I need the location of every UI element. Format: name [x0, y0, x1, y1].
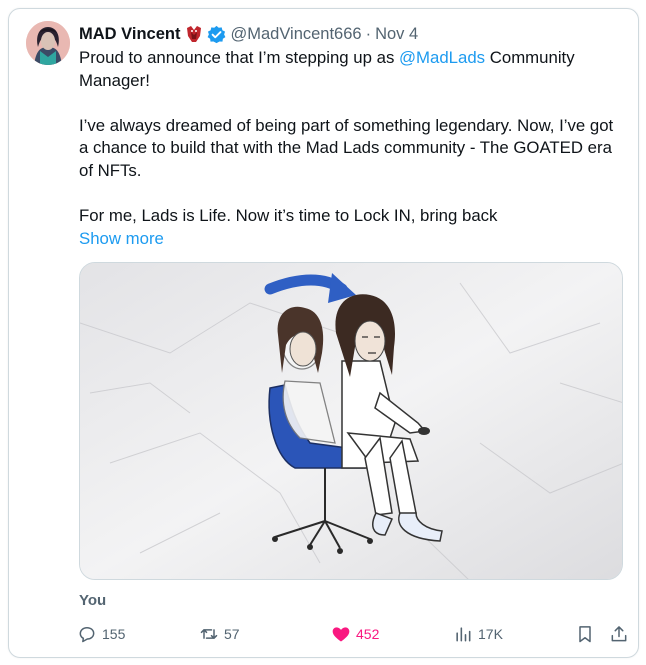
mention-link[interactable]: @MadLads	[399, 48, 485, 67]
tweet-header: MAD Vincent @MadVincent666 · Nov 4	[79, 23, 418, 45]
author-handle[interactable]: @MadVincent666	[230, 25, 361, 44]
tweet-image[interactable]	[79, 262, 623, 580]
verified-badge-icon	[207, 25, 226, 44]
like-button[interactable]: 452	[331, 622, 379, 646]
repost-icon	[200, 629, 218, 639]
tweet-text-prefix: Proud to announce that I’m stepping up a…	[79, 48, 399, 67]
author-name[interactable]: MAD Vincent	[79, 25, 180, 44]
share-button[interactable]	[609, 622, 634, 646]
show-more-link[interactable]: Show more	[79, 228, 619, 251]
tagged-user[interactable]: You	[79, 592, 106, 609]
action-bar: 155 57 452 17K	[77, 622, 627, 646]
views-count: 17K	[478, 626, 503, 642]
tweet-date[interactable]: Nov 4	[375, 25, 418, 44]
sketch-illustration	[80, 263, 622, 579]
red-character-emoji-icon	[184, 24, 204, 44]
avatar-image	[26, 21, 70, 65]
repost-count: 57	[224, 626, 240, 642]
tweet-text: Proud to announce that I’m stepping up a…	[79, 47, 619, 250]
tweet-paragraph-2: I’ve always dreamed of being part of som…	[79, 115, 614, 180]
repost-button[interactable]: 57	[199, 622, 240, 646]
bookmark-icon	[579, 626, 591, 643]
share-icon	[611, 626, 627, 642]
like-count: 452	[356, 626, 380, 642]
separator-dot: ·	[365, 24, 372, 43]
tweet-card[interactable]: MAD Vincent @MadVincent666 · Nov 4 Proud…	[8, 8, 639, 658]
reply-count: 155	[102, 626, 126, 642]
tweet-paragraph-1: Proud to announce that I’m stepping up a…	[79, 47, 619, 92]
bookmark-button[interactable]	[575, 622, 600, 646]
reply-button[interactable]: 155	[77, 622, 125, 646]
avatar[interactable]	[26, 21, 70, 65]
views-icon	[456, 627, 471, 642]
heart-icon	[332, 627, 350, 642]
tweet-paragraph-3: For me, Lads is Life. Now it’s time to L…	[79, 206, 498, 226]
views-button[interactable]: 17K	[453, 622, 503, 646]
reply-icon	[79, 627, 95, 643]
